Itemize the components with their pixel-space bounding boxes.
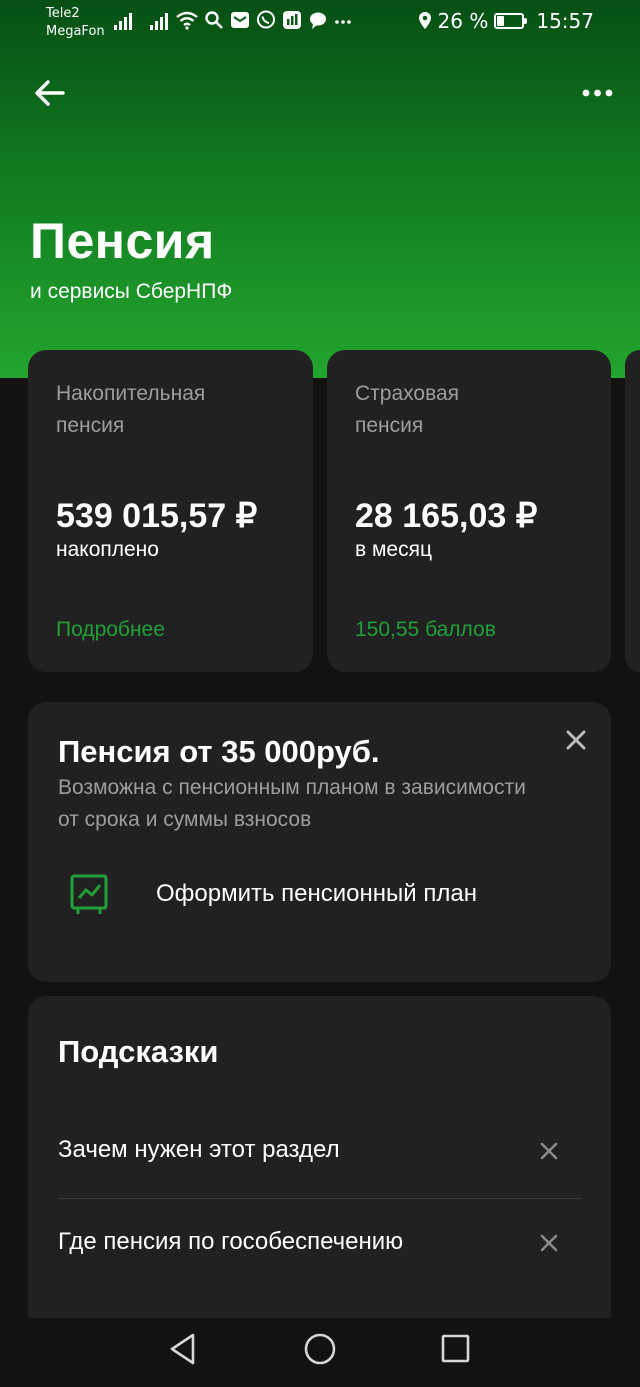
tip-item[interactable]: Где пенсия по гособеспечению [58, 1216, 582, 1276]
page-subtitle: и сервисы СберНПФ [30, 280, 233, 303]
circle-home-icon [304, 1333, 336, 1365]
promo-close-button[interactable] [562, 726, 590, 754]
location-icon [418, 12, 431, 29]
close-icon [540, 1142, 558, 1160]
arrow-left-icon [35, 80, 65, 106]
signal-icon [150, 12, 168, 30]
signal-icon [114, 12, 132, 30]
more-notifications-icon [335, 20, 351, 24]
open-pension-plan-button[interactable]: Оформить пенсионный план [68, 870, 588, 926]
tip-label: Зачем нужен этот раздел [58, 1136, 340, 1163]
nav-back-button[interactable] [168, 1332, 198, 1370]
tip-label: Где пенсия по гособеспечению [58, 1228, 404, 1255]
chat-icon [310, 12, 326, 29]
divider [58, 1198, 582, 1199]
carrier-names: Tele2 MegaFon [46, 5, 105, 41]
card-caption: в месяц [355, 538, 433, 561]
more-dots-icon [582, 89, 613, 97]
card-caption: накоплено [56, 538, 159, 561]
search-icon [205, 11, 223, 29]
mail-icon [231, 12, 249, 28]
clock: 15:57 [536, 9, 594, 33]
promo-action-label: Оформить пенсионный план [156, 880, 477, 907]
hero-header [0, 0, 640, 378]
close-icon [540, 1234, 558, 1252]
close-icon [566, 730, 586, 750]
card-label: Накопительная пенсия [56, 382, 206, 437]
tip-dismiss-button[interactable] [538, 1232, 560, 1254]
points-link[interactable]: 150,55 баллов [355, 618, 496, 642]
system-nav-bar [0, 1318, 640, 1387]
promo-title: Пенсия от 35 000руб. [58, 734, 380, 769]
tips-title: Подсказки [58, 1034, 219, 1069]
carrier-2: MegaFon [46, 24, 105, 39]
nav-home-button[interactable] [303, 1332, 337, 1370]
square-recents-icon [441, 1334, 470, 1363]
card-label: Страховая пенсия [355, 382, 460, 437]
battery-icon [494, 13, 528, 29]
office-icon [283, 11, 301, 29]
chart-icon [70, 874, 108, 914]
page-title: Пенсия [30, 213, 215, 269]
promo-description: Возможна с пенсионным планом в зависимос… [58, 776, 526, 831]
wifi-icon [176, 11, 198, 30]
card-amount: 539 015,57 ₽ [56, 497, 258, 535]
battery-fill [497, 16, 504, 26]
carrier-1: Tele2 [46, 6, 80, 21]
next-card-peek[interactable] [625, 350, 640, 672]
pension-plan-promo: Пенсия от 35 000руб. Возможна с пенсионн… [28, 702, 611, 982]
more-options-button[interactable] [578, 80, 618, 108]
notification-icons [176, 10, 352, 30]
tip-dismiss-button[interactable] [538, 1140, 560, 1162]
tip-item[interactable]: Зачем нужен этот раздел [58, 1124, 582, 1184]
nav-recents-button[interactable] [440, 1332, 472, 1370]
battery-percent: 26 % [437, 9, 489, 33]
status-right: 26 % 15:57 [418, 9, 594, 33]
tips-section: Подсказки Зачем нужен этот раздел Где пе… [28, 996, 611, 1336]
details-link[interactable]: Подробнее [56, 618, 165, 642]
insurance-pension-card[interactable]: Страховая пенсия 28 165,03 ₽ в месяц 150… [327, 350, 611, 672]
card-amount: 28 165,03 ₽ [355, 497, 538, 535]
status-bar: Tele2 MegaFon 26 % 15:57 [0, 0, 640, 46]
funded-pension-card[interactable]: Накопительная пенсия 539 015,57 ₽ накопл… [28, 350, 313, 672]
viber-icon [257, 10, 275, 29]
back-button[interactable] [32, 76, 68, 110]
triangle-back-icon [170, 1333, 195, 1365]
